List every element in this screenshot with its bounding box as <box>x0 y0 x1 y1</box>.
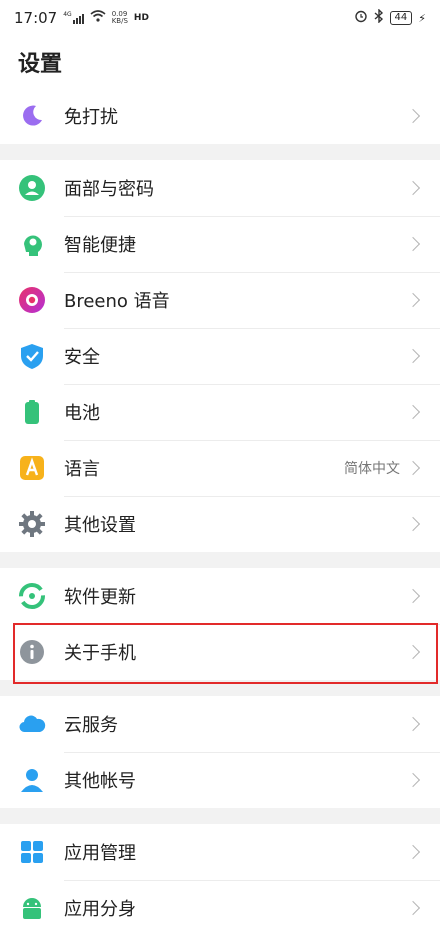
setting-label: Breeno 语音 <box>64 291 170 312</box>
setting-row-about-phone[interactable]: 关于手机 <box>0 624 440 680</box>
status-bar: 17:07 4G 0.09 KB/S HD 44 ⚡ <box>0 0 440 36</box>
chevron-right-icon <box>405 588 421 604</box>
chevron-right-icon <box>405 772 421 788</box>
chevron-right-icon <box>405 404 421 420</box>
section-accounts: 云服务 其他帐号 <box>0 696 440 808</box>
language-value: 简体中文 <box>344 461 400 477</box>
gear-icon <box>18 510 46 538</box>
face-password-icon <box>18 174 46 202</box>
battery-icon <box>18 398 46 426</box>
smart-assist-icon <box>18 230 46 258</box>
chevron-right-icon <box>405 844 421 860</box>
moon-icon <box>18 102 46 130</box>
app-grid-icon <box>18 838 46 866</box>
setting-label: 应用管理 <box>64 843 136 864</box>
section-dnd: 免打扰 <box>0 88 440 144</box>
hd-badge: HD <box>133 13 149 23</box>
setting-label: 其他帐号 <box>64 771 136 792</box>
setting-row-software-update[interactable]: 软件更新 <box>0 568 440 624</box>
wifi-icon <box>90 10 106 26</box>
bluetooth-icon <box>374 8 384 27</box>
setting-row-breeno[interactable]: Breeno 语音 <box>0 272 440 328</box>
setting-row-app-clone[interactable]: 应用分身 <box>0 880 440 934</box>
chevron-right-icon <box>405 516 421 532</box>
setting-row-battery[interactable]: 电池 <box>0 384 440 440</box>
section-security: 面部与密码 智能便捷 Breeno 语音 安全 电池 语言 简体中文 其他设置 <box>0 160 440 552</box>
section-system: 软件更新 关于手机 <box>0 568 440 680</box>
software-update-icon <box>18 582 46 610</box>
setting-label: 面部与密码 <box>64 179 154 200</box>
setting-label: 免打扰 <box>64 107 118 128</box>
android-icon <box>18 894 46 922</box>
battery-status: 44 <box>389 11 413 25</box>
network-speed: 0.09 KB/S <box>111 10 128 25</box>
setting-label: 语言 <box>64 459 100 480</box>
info-icon <box>18 638 46 666</box>
chevron-right-icon <box>405 644 421 660</box>
chevron-right-icon <box>405 108 421 124</box>
setting-row-security[interactable]: 安全 <box>0 328 440 384</box>
chevron-right-icon <box>405 292 421 308</box>
cloud-icon <box>18 710 46 738</box>
setting-label: 云服务 <box>64 715 118 736</box>
setting-row-face-password[interactable]: 面部与密码 <box>0 160 440 216</box>
chevron-right-icon <box>405 236 421 252</box>
chevron-right-icon <box>405 460 421 476</box>
setting-label: 其他设置 <box>64 515 136 536</box>
section-apps: 应用管理 应用分身 <box>0 824 440 934</box>
chevron-right-icon <box>405 180 421 196</box>
page-title: 设置 <box>18 52 63 77</box>
alarm-icon <box>354 9 368 27</box>
setting-row-smart-assist[interactable]: 智能便捷 <box>0 216 440 272</box>
setting-row-do-not-disturb[interactable]: 免打扰 <box>0 88 440 144</box>
person-icon <box>18 766 46 794</box>
setting-label: 电池 <box>64 403 100 424</box>
setting-row-language[interactable]: 语言 简体中文 <box>0 440 440 496</box>
chevron-right-icon <box>405 348 421 364</box>
setting-row-other-settings[interactable]: 其他设置 <box>0 496 440 552</box>
breeno-icon <box>18 286 46 314</box>
charging-icon: ⚡ <box>418 11 426 25</box>
page-header: 设置 <box>0 36 440 88</box>
shield-icon <box>18 342 46 370</box>
language-icon <box>18 454 46 482</box>
setting-label: 关于手机 <box>64 643 136 664</box>
setting-label: 智能便捷 <box>64 235 136 256</box>
setting-label: 软件更新 <box>64 587 136 608</box>
signal-icon: 4G <box>63 12 84 24</box>
setting-row-other-accounts[interactable]: 其他帐号 <box>0 752 440 808</box>
setting-label: 应用分身 <box>64 899 136 920</box>
setting-label: 安全 <box>64 347 100 368</box>
chevron-right-icon <box>405 900 421 916</box>
setting-row-cloud-service[interactable]: 云服务 <box>0 696 440 752</box>
chevron-right-icon <box>405 716 421 732</box>
setting-row-app-management[interactable]: 应用管理 <box>0 824 440 880</box>
status-time: 17:07 <box>14 9 58 27</box>
